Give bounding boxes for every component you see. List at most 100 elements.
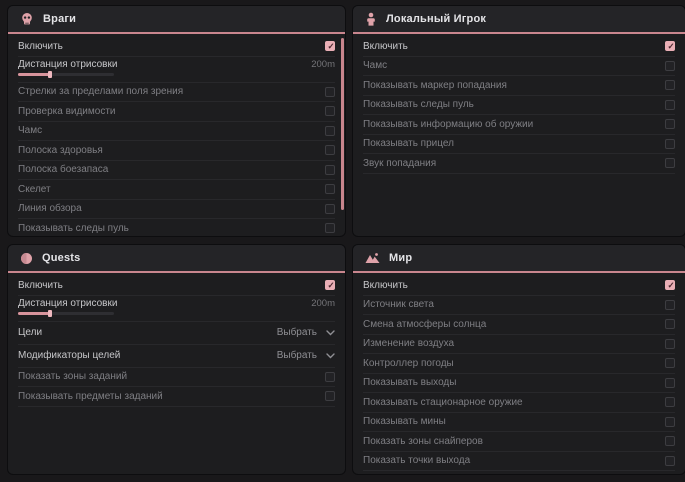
checkbox[interactable] [325, 41, 335, 51]
checkbox[interactable] [665, 80, 675, 90]
setting-label: Проверка видимости [18, 106, 116, 117]
slider-value: 200m [311, 59, 335, 70]
setting-row: Показать зоны заданий [18, 368, 335, 388]
select-value: Выбрать [277, 327, 317, 338]
setting-row: Показывать маркер попадания [363, 76, 675, 96]
setting-label: Линия обзора [18, 203, 82, 214]
checkbox[interactable] [665, 41, 675, 51]
mountain-icon [365, 252, 380, 264]
setting-row: Линия обзора [18, 200, 335, 220]
setting-row: Смена атмосферы солнца [363, 315, 675, 335]
setting-row: Включить [363, 276, 675, 296]
checkbox[interactable] [665, 436, 675, 446]
setting-label: Изменение воздуха [363, 338, 454, 349]
checkbox[interactable] [325, 106, 335, 116]
checkbox[interactable] [665, 119, 675, 129]
panel-body: Включить Дистанция отрисовки 200m Цели В… [8, 273, 345, 407]
checkbox[interactable] [665, 378, 675, 388]
setting-label: Показывать стационарное оружие [363, 397, 523, 408]
select-value: Выбрать [277, 350, 317, 361]
render-distance-slider[interactable] [18, 312, 114, 315]
setting-label: Показывать предметы заданий [18, 391, 163, 402]
setting-row: Скелет [18, 180, 335, 200]
panel-title: Локальный Игрок [386, 13, 486, 25]
slider-thumb[interactable] [48, 310, 52, 317]
setting-label: Показать точки выхода [363, 455, 470, 466]
checkbox[interactable] [325, 204, 335, 214]
skull-icon [20, 12, 34, 26]
checkbox[interactable] [665, 397, 675, 407]
setting-row: Показывать предметы заданий [18, 387, 335, 407]
target-modifiers-select[interactable]: Выбрать [277, 350, 335, 361]
setting-label: Контроллер погоды [363, 358, 454, 369]
setting-label: Стрелки за пределами поля зрения [18, 86, 183, 97]
checkbox[interactable] [325, 280, 335, 290]
setting-label: Включить [363, 41, 408, 52]
checkbox[interactable] [325, 145, 335, 155]
setting-label: Цели [18, 327, 42, 338]
setting-label: Показывать мины [363, 416, 446, 427]
panel-title: Враги [43, 13, 76, 25]
checkbox[interactable] [665, 339, 675, 349]
setting-row: Включить [363, 37, 675, 57]
panel-body: Включить Дистанция отрисовки 200m Стрелк… [8, 34, 345, 236]
setting-label: Показывать выходы [363, 377, 456, 388]
setting-label: Показать зоны заданий [18, 371, 127, 382]
panel-header: Quests [8, 245, 345, 273]
checkbox[interactable] [665, 158, 675, 168]
checkbox[interactable] [665, 417, 675, 427]
setting-row: Дистанция отрисовки 200m [18, 296, 335, 322]
checkbox[interactable] [325, 184, 335, 194]
setting-label: Полоска боезапаса [18, 164, 108, 175]
checkbox[interactable] [325, 372, 335, 382]
setting-row: Включить [18, 37, 335, 57]
checkbox[interactable] [665, 61, 675, 71]
slider-thumb[interactable] [48, 71, 52, 78]
setting-label: Показывать маркер попадания [363, 80, 507, 91]
slider-fill [18, 312, 51, 315]
render-distance-slider[interactable] [18, 73, 114, 76]
setting-row: Показывать следы пуль [18, 219, 335, 236]
setting-row: Полоска здоровья [18, 141, 335, 161]
panel-quests: Quests Включить Дистанция отрисовки 200m… [8, 245, 345, 474]
checkbox[interactable] [665, 456, 675, 466]
person-icon [365, 12, 377, 26]
setting-row: Показывать следы пуль [363, 96, 675, 116]
setting-label: Полоска здоровья [18, 145, 103, 156]
checkbox[interactable] [665, 280, 675, 290]
panel-header: Мир [353, 245, 685, 273]
setting-row: Показывать мины [363, 413, 675, 433]
panel-body: Включить Чамс Показывать маркер попадани… [353, 34, 685, 174]
setting-label: Включить [363, 280, 408, 291]
checkbox[interactable] [325, 391, 335, 401]
setting-row: Показывать информацию об оружии [363, 115, 675, 135]
checkbox[interactable] [325, 165, 335, 175]
checkbox[interactable] [325, 223, 335, 233]
setting-row: Дистанция отрисовки 200m [18, 57, 335, 83]
setting-label: Смена атмосферы солнца [363, 319, 486, 330]
targets-select[interactable]: Выбрать [277, 327, 335, 338]
scrollbar[interactable] [341, 38, 344, 210]
checkbox[interactable] [325, 126, 335, 136]
panel-world: Мир Включить Источник света Смена атмосф… [353, 245, 685, 474]
checkbox[interactable] [665, 300, 675, 310]
checkbox[interactable] [665, 319, 675, 329]
setting-label: Показывать следы пуль [18, 223, 129, 234]
chevron-down-icon [326, 353, 335, 359]
quests-icon [20, 252, 33, 265]
setting-label: Включить [18, 41, 63, 52]
checkbox[interactable] [665, 100, 675, 110]
slider-value: 200m [311, 298, 335, 309]
setting-label: Скелет [18, 184, 51, 195]
panel-header: Локальный Игрок [353, 6, 685, 34]
setting-row: Модификаторы целей Выбрать [18, 345, 335, 368]
checkbox[interactable] [325, 87, 335, 97]
checkbox[interactable] [665, 358, 675, 368]
setting-label: Показывать прицел [363, 138, 454, 149]
setting-label: Источник света [363, 299, 434, 310]
panel-header: Враги [8, 6, 345, 34]
setting-label: Чамс [363, 60, 387, 71]
checkbox[interactable] [665, 139, 675, 149]
setting-row: Показывать стационарное оружие [363, 393, 675, 413]
setting-row: Чамс [363, 57, 675, 77]
